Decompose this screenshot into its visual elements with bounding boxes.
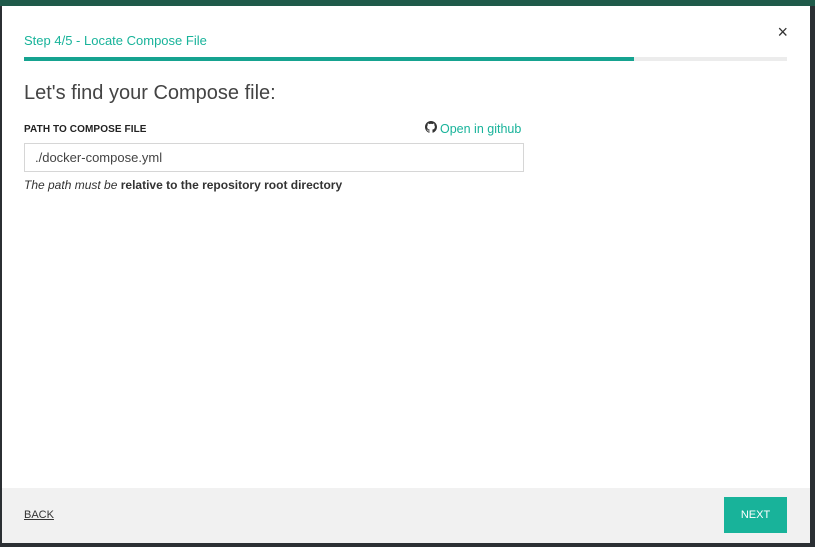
hint-emphasis: relative to the repository root director… <box>120 178 343 192</box>
wizard-modal: × Step 4/5 - Locate Compose File Let's f… <box>2 6 810 543</box>
back-button[interactable]: BACK <box>24 509 54 521</box>
open-in-github-label: Open in github <box>440 121 522 136</box>
hint-prefix: The path must be <box>24 178 118 192</box>
open-in-github-link[interactable]: Open in github <box>425 121 521 136</box>
progress-fill <box>24 57 635 61</box>
close-icon[interactable]: × <box>777 22 788 42</box>
progress-bar <box>24 57 787 61</box>
compose-path-input[interactable] <box>24 143 524 172</box>
github-icon <box>425 121 437 136</box>
page-heading: Let's find your Compose file: <box>24 82 276 104</box>
step-title: Step 4/5 - Locate Compose File <box>24 33 207 48</box>
path-field-label: PATH TO COMPOSE FILE <box>24 124 147 135</box>
next-button[interactable]: NEXT <box>724 497 787 533</box>
path-hint: The path must be relative to the reposit… <box>24 178 342 192</box>
wizard-footer: BACK NEXT <box>2 488 810 543</box>
